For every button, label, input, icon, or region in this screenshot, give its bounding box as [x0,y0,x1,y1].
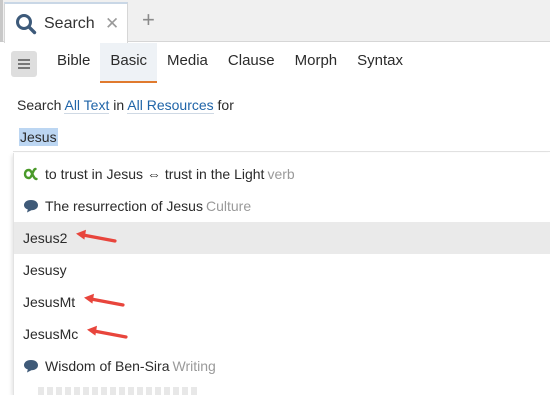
speech-bubble-icon [24,360,38,373]
suggestion-kind: verb [267,166,295,182]
suggestion-item[interactable]: JesusMc [14,318,550,350]
query-prefix: Search [17,97,62,113]
suggestion-kind: Culture [205,198,252,214]
suggestion-text: The resurrection of Jesus [45,198,203,214]
close-icon[interactable]: ✕ [105,15,119,32]
suggestion-label: to trust in Jesus ⇔ trust in the Light ve… [45,158,295,190]
query-in-word: in [113,97,125,113]
suggestion-item[interactable]: JesusMt [14,286,550,318]
tab-syntax[interactable]: Syntax [347,43,413,83]
alpha-sense-icon [23,167,38,181]
resources-link[interactable]: All Resources [127,97,214,114]
suggestion-label: JesusMc [23,318,78,350]
hamburger-menu-icon[interactable] [11,51,37,77]
search-input[interactable]: Jesus [19,128,58,146]
tab-bible[interactable]: Bible [47,43,100,83]
tab-morph[interactable]: Morph [285,43,348,83]
search-icon [16,14,37,35]
suggestion-text: Wisdom of Ben-Sira [45,358,170,374]
suggestion-item[interactable]: Wisdom of Ben-Sira Writing [14,350,550,382]
suggestion-text: Jesusy [23,262,67,278]
add-tab-button[interactable]: + [142,9,155,31]
suggestion-kind: Writing [172,358,216,374]
speech-bubble-icon [24,200,38,213]
suggestion-label: Wisdom of Ben-Sira Writing [45,350,216,382]
scope-link[interactable]: All Text [64,97,110,114]
tab-bar: Search ✕ + [0,0,550,43]
tab-clause[interactable]: Clause [218,43,285,83]
suggestion-item[interactable]: Jesusy [14,254,550,286]
suggestion-item[interactable]: to trust in Jesus ⇔ trust in the Light ve… [14,158,550,190]
search-query-description: Search All Text in All Resources for [17,97,234,114]
suggestion-text: to trust in Jesus ⇔ trust in the Light [45,166,265,182]
tab-media[interactable]: Media [157,43,218,83]
autocomplete-dropdown: to trust in Jesus ⇔ trust in the Light ve… [13,153,550,395]
suggestion-text: JesusMc [23,326,79,342]
suggestion-text: Jesus2 [23,230,68,246]
query-suffix: for [217,97,234,113]
suggestion-item[interactable]: Jesus2 [14,222,550,254]
suggestion-label: The resurrection of Jesus Culture [45,190,251,222]
suggestion-item[interactable]: The resurrection of Jesus Culture [14,190,550,222]
suggestion-label: JesusMt [23,286,75,318]
suggestion-label: Jesusy [23,254,67,286]
search-input-box[interactable]: Jesus [13,124,550,152]
suggestion-label: Jesus2 [23,222,67,254]
search-type-tabs: Bible Basic Media Clause Morph Syntax [47,43,413,83]
tab-search[interactable]: Search ✕ [4,2,128,43]
next-suggestion-cutoff [38,387,198,395]
tab-basic[interactable]: Basic [100,43,158,83]
tab-strip-edge [0,0,3,42]
tab-title: Search [44,15,95,32]
suggestion-text: JesusMt [23,294,76,310]
search-type-toolbar: Bible Basic Media Clause Morph Syntax [0,43,550,83]
